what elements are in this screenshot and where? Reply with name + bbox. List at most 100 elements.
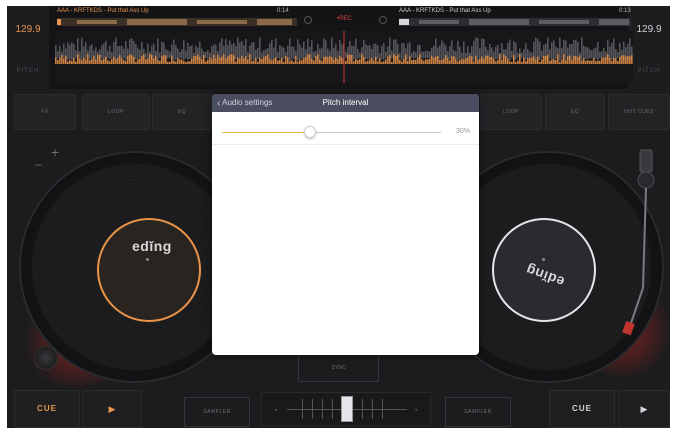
waveform-bar-gray — [455, 51, 457, 59]
right-bpm-panel[interactable]: 129.9 PITCH — [628, 6, 670, 89]
waveform-bar-orange — [75, 61, 77, 64]
pitch-minus-icon[interactable]: – — [35, 157, 42, 171]
pitch-slider-row: 30% — [212, 120, 479, 145]
waveform-bar-orange — [369, 59, 371, 64]
waveform-bar-gray — [109, 45, 111, 60]
waveform-bar-orange — [611, 60, 613, 64]
waveform-bar-orange — [589, 60, 591, 64]
sync-button[interactable]: SYNC — [298, 354, 379, 382]
waveform-bar-orange — [573, 55, 575, 64]
right-sampler-button[interactable]: SAMPLER — [445, 397, 511, 427]
waveform-bar-orange — [455, 58, 457, 64]
record-button[interactable]: •REC — [337, 16, 352, 22]
waveform-bar-orange — [469, 55, 471, 64]
waveform-bar-gray — [609, 46, 611, 60]
waveform-bar-gray — [179, 51, 181, 59]
waveform-bar-gray — [467, 45, 469, 60]
waveform-bar-orange — [519, 54, 521, 64]
left-overview-waveform[interactable] — [57, 18, 297, 26]
waveform-bar-orange — [391, 61, 393, 64]
waveform-bar-gray — [115, 37, 117, 61]
waveform-bar-orange — [247, 59, 249, 64]
waveform-bar-orange — [143, 54, 145, 64]
eq-pad-left[interactable]: EQ — [152, 94, 212, 130]
waveform-bar-orange — [209, 57, 211, 64]
left-sampler-button[interactable]: SAMPLER — [184, 397, 250, 427]
waveform-bar-gray — [189, 46, 191, 60]
waveform-bar-orange — [199, 56, 201, 64]
waveform-bar-gray — [403, 42, 405, 60]
waveform-bar-orange — [305, 56, 307, 64]
waveform-bar-gray — [383, 43, 385, 60]
right-overview-waveform[interactable] — [399, 18, 631, 26]
waveform-bar-orange — [503, 54, 505, 64]
right-cue-button[interactable]: CUE — [549, 390, 615, 428]
waveform-bar-orange — [535, 59, 537, 64]
crossfader-handle[interactable] — [341, 396, 353, 422]
waveform-bar-gray — [253, 42, 255, 60]
waveform-bar-gray — [587, 47, 589, 59]
loop-pad-right[interactable]: LOOP — [480, 94, 542, 130]
waveform-bar-orange — [443, 58, 445, 64]
waveform-bar-orange — [387, 56, 389, 64]
waveform-bar-gray — [333, 47, 335, 59]
waveform-bar-gray — [301, 47, 303, 59]
hot-cues-pad[interactable]: HOT CUES — [608, 94, 670, 130]
waveform-bar-orange — [281, 57, 283, 64]
left-cue-button[interactable]: CUE — [14, 390, 80, 428]
waveform-bar-gray — [565, 40, 567, 61]
right-sync-dot-icon[interactable] — [379, 16, 387, 24]
waveform-bar-orange — [487, 55, 489, 64]
waveform-bar-gray — [373, 43, 375, 60]
waveform-bar-gray — [369, 45, 371, 60]
waveform-bar-orange — [191, 58, 193, 64]
loop-pad-left[interactable]: LOOP — [82, 94, 150, 130]
waveform-bar-orange — [419, 54, 421, 64]
pitch-slider-track[interactable] — [222, 126, 441, 138]
waveform-bar-orange — [91, 59, 93, 64]
right-play-button[interactable]: ▶ — [618, 390, 670, 428]
waveform-bar-orange — [175, 61, 177, 64]
waveform-bar-gray — [591, 50, 593, 59]
waveform-bar-orange — [511, 61, 513, 64]
waveform-bar-orange — [265, 56, 267, 64]
left-bpm-value: 129.9 — [15, 24, 41, 35]
left-bpm-panel[interactable]: 129.9 PITCH — [7, 6, 49, 89]
waveform-bar-orange — [433, 57, 435, 64]
waveform-bar-gray — [135, 44, 137, 60]
crossfader-left-arrow-icon[interactable]: ◂ — [274, 407, 277, 413]
left-play-button[interactable]: ▶ — [82, 390, 142, 428]
waveform-bar-gray — [313, 51, 315, 59]
waveform-bar-orange — [319, 59, 321, 64]
eq-pad-right[interactable]: EQ — [545, 94, 605, 130]
waveform-bar-orange — [303, 58, 305, 64]
waveform-bar-gray — [123, 48, 125, 59]
waveform-bar-orange — [283, 61, 285, 64]
waveform-bar-orange — [79, 58, 81, 64]
waveform-bar-gray — [327, 48, 329, 59]
tonearm-icon[interactable] — [615, 148, 660, 338]
waveform-bar-orange — [513, 55, 515, 64]
waveform-bar-orange — [313, 60, 315, 64]
waveform-bar-gray — [181, 49, 183, 59]
waveform-bar-gray — [417, 45, 419, 60]
waveform-bar-orange — [453, 56, 455, 64]
crossfader[interactable]: ◂ ▸ — [261, 392, 431, 426]
pitch-slider-thumb[interactable] — [303, 126, 316, 138]
fx-pad-left[interactable]: FX — [14, 94, 76, 130]
waveform-bar-orange — [219, 58, 221, 64]
left-sync-dot-icon[interactable] — [304, 16, 312, 24]
waveform-bar-gray — [589, 49, 591, 59]
pitch-plus-icon[interactable]: + — [51, 144, 59, 160]
waveform-bar-orange — [83, 57, 85, 64]
main-waveform[interactable] — [55, 31, 633, 83]
crossfader-right-arrow-icon[interactable]: ▸ — [415, 407, 418, 413]
modal-title: Pitch interval — [322, 98, 369, 107]
left-knob-icon[interactable] — [34, 346, 58, 370]
waveform-bar-orange — [59, 57, 61, 64]
waveform-bar-gray — [239, 42, 241, 60]
waveform-bar-gray — [121, 45, 123, 60]
waveform-bar-gray — [413, 51, 415, 59]
waveform-bar-gray — [205, 51, 207, 59]
waveform-bar-orange — [357, 60, 359, 64]
